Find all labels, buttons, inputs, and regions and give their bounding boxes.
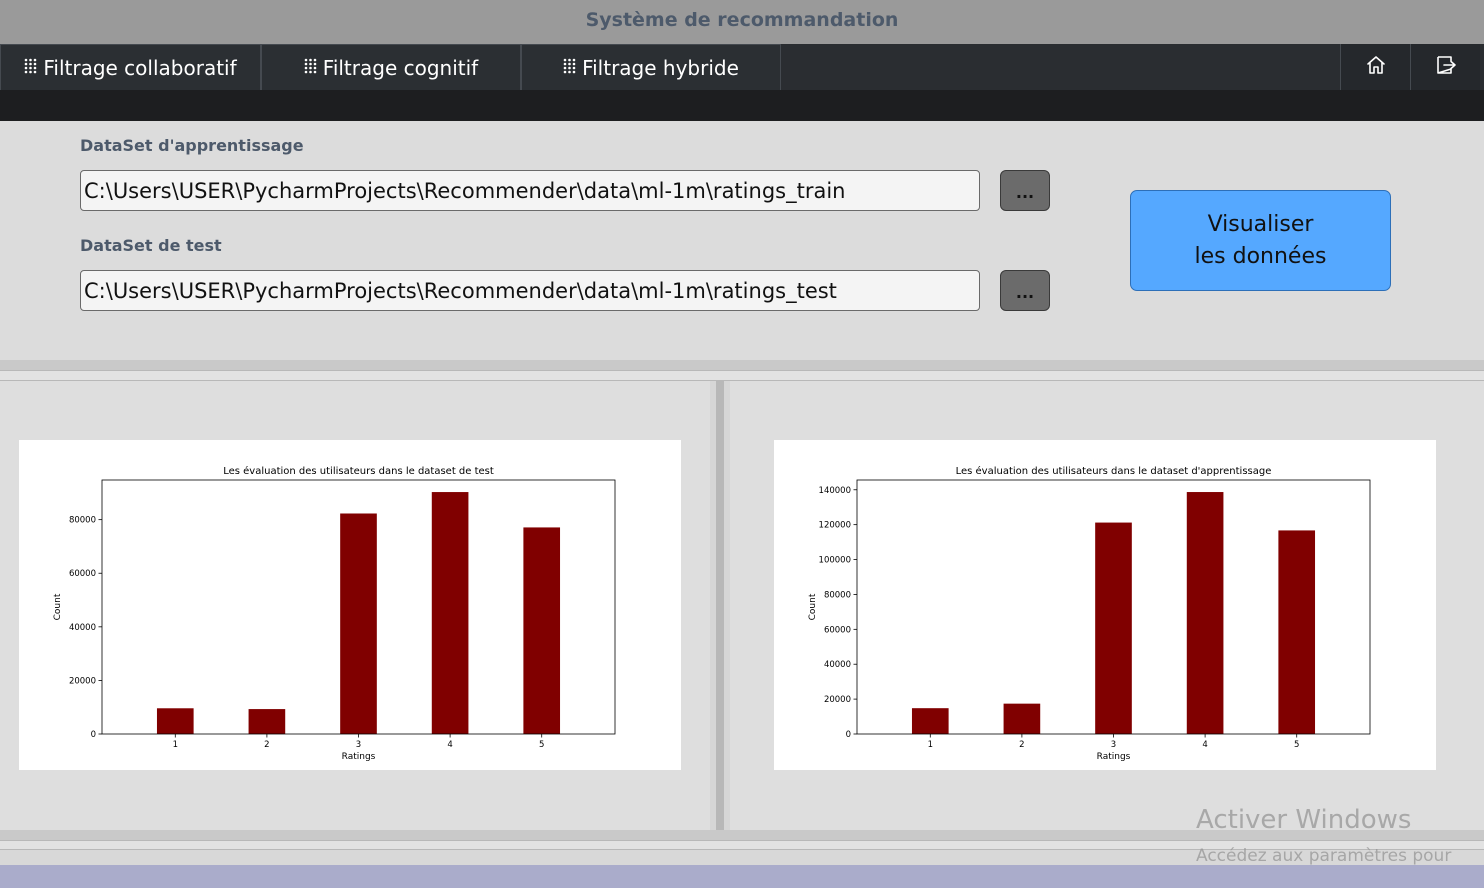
train-chart-panel: Les évaluation des utilisateurs dans le …	[730, 381, 1484, 830]
x-tick-label: 3	[356, 740, 361, 750]
tab-label: Filtrage cognitif	[322, 55, 479, 80]
tab-hybrid-filtering[interactable]: Filtrage hybride	[521, 44, 781, 90]
test-chart-panel: Les évaluation des utilisateurs dans le …	[0, 381, 710, 830]
grid-icon	[563, 58, 576, 74]
y-tick-label: 60000	[824, 625, 851, 635]
x-tick-label: 1	[928, 740, 933, 750]
bar-rating-2	[1003, 703, 1041, 734]
browse-test-button[interactable]: ...	[1000, 270, 1050, 311]
x-tick-label: 3	[1111, 740, 1116, 750]
y-tick-label: 100000	[819, 556, 851, 566]
y-tick-label: 20000	[824, 695, 851, 705]
y-tick-label: 140000	[819, 486, 851, 496]
bar-rating-5	[523, 527, 561, 734]
y-tick-label: 40000	[824, 660, 851, 670]
test-chart-card: Les évaluation des utilisateurs dans le …	[19, 440, 681, 770]
splitter-handle[interactable]	[0, 370, 1484, 381]
grid-icon	[24, 58, 37, 74]
train-dataset-path-input[interactable]: C:\Users\USER\PycharmProjects\Recommende…	[80, 170, 980, 211]
x-tick-label: 1	[173, 740, 178, 750]
y-tick-label: 80000	[824, 590, 851, 600]
nav-bar: Filtrage collaboratif Filtrage cognitif …	[0, 44, 1484, 90]
home-button[interactable]	[1340, 44, 1410, 90]
logout-icon	[1435, 54, 1457, 80]
chart-title: Les évaluation des utilisateurs dans le …	[223, 465, 494, 477]
status-bar	[0, 865, 1484, 888]
tab-cognitive-filtering[interactable]: Filtrage cognitif	[261, 44, 521, 90]
x-tick-label: 5	[1294, 740, 1299, 750]
x-tick-label: 5	[539, 740, 544, 750]
bar-rating-5	[1278, 530, 1316, 734]
bar-rating-4	[1186, 492, 1224, 734]
bar-rating-4	[431, 492, 469, 734]
tab-collaborative-filtering[interactable]: Filtrage collaboratif	[0, 44, 261, 90]
visualize-label-line1: Visualiser	[1207, 211, 1314, 237]
x-axis-label: Ratings	[342, 752, 376, 762]
bar-rating-3	[340, 513, 377, 734]
test-dataset-path-input[interactable]: C:\Users\USER\PycharmProjects\Recommende…	[80, 270, 980, 311]
grid-icon	[304, 58, 317, 74]
title-bar: Système de recommandation	[0, 0, 1484, 44]
y-axis-label: Count	[53, 593, 63, 620]
browse-train-button[interactable]: ...	[1000, 170, 1050, 211]
toolbar-strip	[0, 90, 1484, 121]
visualize-label-line2: les données	[1194, 243, 1327, 269]
tab-label: Filtrage collaboratif	[43, 55, 237, 80]
tab-label: Filtrage hybride	[582, 55, 739, 80]
y-tick-label: 0	[91, 730, 96, 740]
train-dataset-label: DataSet d'apprentissage	[80, 136, 304, 155]
x-tick-label: 4	[447, 740, 452, 750]
logout-button[interactable]	[1410, 44, 1480, 90]
section-divider	[0, 360, 1484, 370]
train-chart-card: Les évaluation des utilisateurs dans le …	[774, 440, 1436, 770]
x-axis-label: Ratings	[1097, 752, 1131, 762]
chart-title: Les évaluation des utilisateurs dans le …	[956, 465, 1272, 477]
test-ratings-chart: Les évaluation des utilisateurs dans le …	[53, 465, 616, 762]
visualize-data-button[interactable]: Visualiser les données	[1130, 190, 1391, 291]
bar-rating-3	[1095, 522, 1132, 734]
x-tick-label: 2	[1019, 740, 1024, 750]
train-ratings-chart: Les évaluation des utilisateurs dans le …	[808, 465, 1371, 762]
bar-rating-1	[156, 708, 194, 734]
windows-activation-subtext: Accédez aux paramètres pour	[1196, 846, 1452, 866]
bar-rating-1	[911, 708, 949, 734]
y-tick-label: 80000	[69, 516, 96, 526]
y-tick-label: 40000	[69, 623, 96, 633]
vertical-splitter[interactable]	[710, 381, 730, 830]
x-tick-label: 2	[264, 740, 269, 750]
y-axis-label: Count	[808, 593, 818, 620]
bar-rating-2	[248, 709, 286, 734]
y-tick-label: 120000	[819, 521, 851, 531]
window-title: Système de recommandation	[585, 9, 899, 31]
x-tick-label: 4	[1202, 740, 1207, 750]
y-tick-label: 20000	[69, 676, 96, 686]
y-tick-label: 60000	[69, 569, 96, 579]
home-icon	[1365, 54, 1387, 80]
y-tick-label: 0	[846, 730, 851, 740]
test-dataset-label: DataSet de test	[80, 236, 222, 255]
windows-activation-watermark: Activer Windows	[1196, 805, 1412, 835]
